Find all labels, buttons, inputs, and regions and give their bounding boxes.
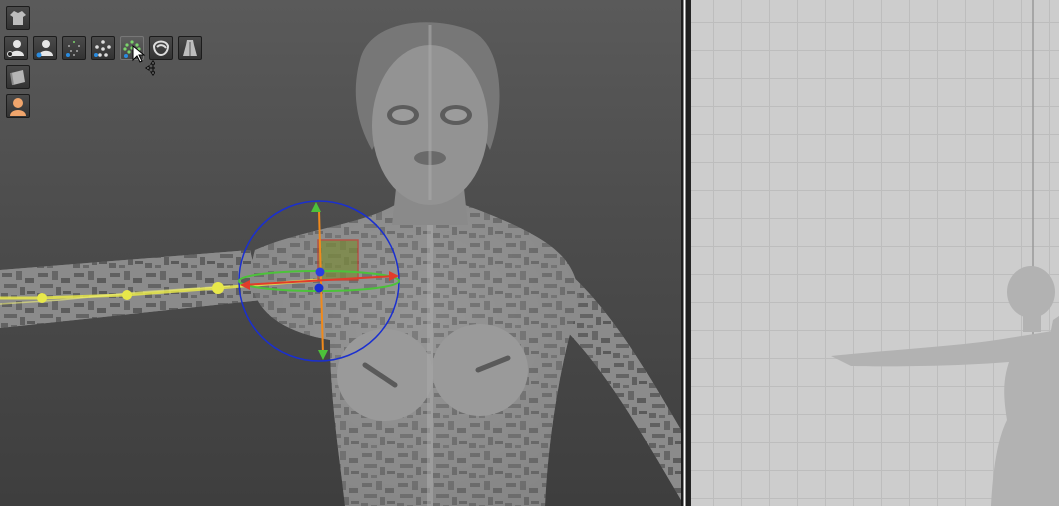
avatar-measure-icon [183, 40, 197, 56]
avatar-silhouette [831, 0, 1059, 506]
avatar-texture-button[interactable] [149, 36, 173, 60]
avatar-show-button[interactable] [4, 36, 28, 60]
garment-toolbar-button[interactable] [6, 6, 30, 30]
xray-joints-button[interactable] [120, 36, 144, 60]
avatar-select-icon [36, 40, 53, 58]
gizmo-center-handle [314, 283, 324, 293]
fabric-icon [10, 70, 25, 86]
avatar-skin-button[interactable] [6, 94, 30, 118]
avatar-select-button[interactable] [33, 36, 57, 60]
3d-viewport[interactable] [0, 0, 681, 506]
fabric-toolbar-button[interactable] [6, 65, 30, 89]
arrangement-points-icon [66, 41, 80, 57]
avatar-skin-icon [10, 98, 26, 116]
avatar-show-icon [7, 40, 24, 57]
skeleton-joints-icon [94, 40, 111, 57]
xray-joints-icon [123, 40, 141, 58]
avatar-texture-icon [152, 40, 170, 57]
2d-pattern-viewport[interactable] [691, 0, 1059, 506]
skeleton-joints-button[interactable] [91, 36, 115, 60]
viewport-splitter[interactable] [681, 0, 691, 506]
avatar-measure-button[interactable] [178, 36, 202, 60]
garment-icon [10, 11, 26, 25]
avatar-scene [0, 22, 681, 506]
arrangement-points-button[interactable] [62, 36, 86, 60]
